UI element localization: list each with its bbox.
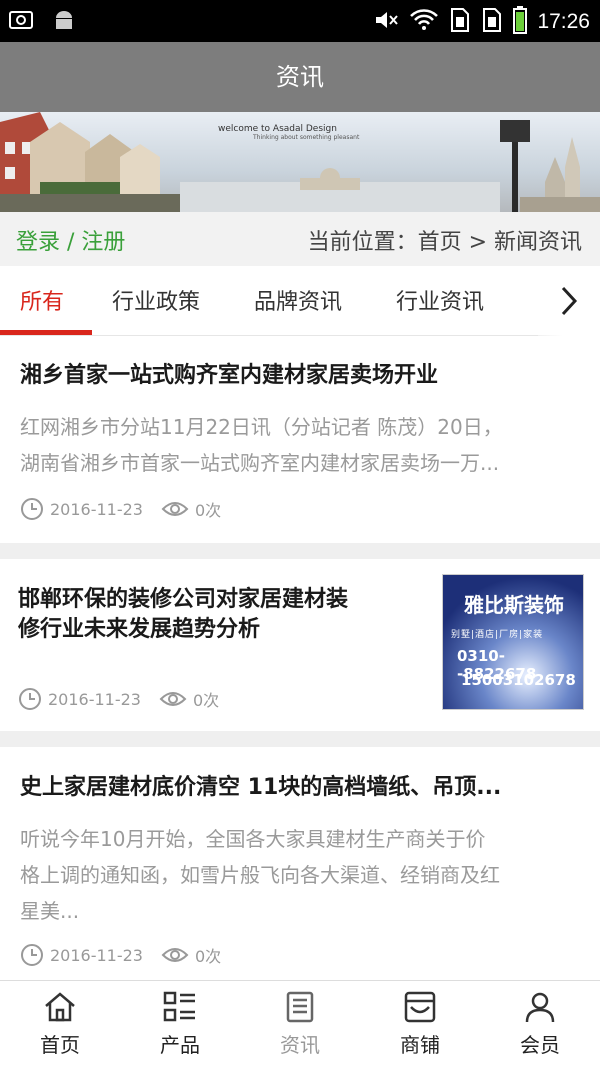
nav-label: 首页 [40, 1033, 80, 1057]
nav-member[interactable]: 会员 [480, 981, 600, 1067]
thumbnail-mobile: 15003102678 [461, 671, 576, 689]
thumbnail-categories: 别墅|酒店|厂房|家装 [451, 630, 544, 640]
login-register-link[interactable]: 登录 / 注册 [16, 224, 125, 256]
clock: 17:26 [537, 10, 590, 33]
clock-icon [19, 688, 41, 710]
article-meta: 2016-11-23 0次 [20, 943, 221, 967]
article-title[interactable]: 湘乡首家一站式购齐室内建材家居卖场开业 [20, 361, 438, 391]
article-date: 2016-11-23 [50, 499, 143, 519]
nav-label: 资讯 [280, 1033, 320, 1057]
news-icon [286, 991, 314, 1023]
article-meta: 2016-11-23 0次 [18, 687, 219, 711]
nav-home[interactable]: 首页 [0, 981, 120, 1067]
store-icon [404, 991, 436, 1023]
article-item[interactable]: 史上家居建材底价清空 11块的高档墙纸、吊顶... 听说今年10月开始，全国各大… [0, 747, 600, 980]
article-date: 2016-11-23 [48, 689, 141, 709]
nav-store[interactable]: 商铺 [360, 981, 480, 1067]
nav-products[interactable]: 产品 [120, 981, 240, 1067]
article-views: 0次 [194, 947, 222, 966]
article-date: 2016-11-23 [50, 945, 143, 965]
banner-image: welcome to Asadal Design Thinking about … [0, 112, 600, 212]
wifi-icon [409, 8, 439, 36]
nav-label: 商铺 [400, 1033, 440, 1057]
eye-icon [159, 692, 187, 706]
nav-label: 产品 [160, 1033, 200, 1057]
article-summary-line: 红网湘乡市分站11月22日讯（分站记者 陈茂）20日， [20, 415, 503, 439]
banner-welcome: welcome to Asadal Design [218, 124, 337, 134]
article-summary-line: 格上调的通知函，如雪片般飞向各大渠道、经销商及红 [20, 863, 500, 887]
page-title: 资讯 [0, 42, 600, 112]
screenshot-icon [8, 8, 34, 36]
clock-icon [21, 498, 43, 520]
banner-tagline: Thinking about something pleasant [253, 134, 360, 141]
breadcrumb: 当前位置：首页 > 新闻资讯 [307, 230, 582, 255]
chevron-right-icon [561, 286, 578, 316]
tab-brand-news[interactable]: 品牌资讯 [254, 284, 342, 316]
article-summary-line: 湖南省湘乡市首家一站式购齐室内建材家居卖场一万... [20, 451, 500, 475]
battery-icon [513, 6, 528, 38]
article-summary-line: 星美... [20, 899, 80, 923]
sim2-icon [481, 7, 503, 37]
home-icon [45, 992, 75, 1022]
category-tabs: 所有 行业政策 品牌资讯 行业资讯 [0, 266, 600, 336]
article-title[interactable]: 修行业未来发展趋势分析 [18, 615, 260, 645]
thumbnail-brand: 雅比斯装饰 [464, 593, 564, 617]
sim1-icon [449, 7, 471, 37]
mute-icon [373, 8, 399, 36]
article-views: 0次 [192, 691, 220, 710]
android-icon [52, 8, 76, 36]
breadcrumb-bar: 登录 / 注册 当前位置：首页 > 新闻资讯 [0, 212, 600, 266]
user-icon [525, 992, 555, 1023]
divider [0, 731, 600, 747]
eye-icon [161, 502, 189, 516]
article-summary-line: 听说今年10月开始，全国各大家具建材生产商关于价 [20, 827, 486, 851]
bottom-nav: 首页 产品 资讯 商铺 会员 [0, 980, 600, 1067]
clock-icon [21, 944, 43, 966]
nav-news[interactable]: 资讯 [240, 981, 360, 1067]
article-title[interactable]: 史上家居建材底价清空 11块的高档墙纸、吊顶... [20, 773, 501, 803]
article-title[interactable]: 邯郸环保的装修公司对家居建材装 [18, 585, 348, 615]
tabs-scroll-right-button[interactable] [538, 266, 600, 336]
nav-label: 会员 [520, 1033, 560, 1057]
eye-icon [161, 948, 189, 962]
article-item[interactable]: 湘乡首家一站式购齐室内建材家居卖场开业 红网湘乡市分站11月22日讯（分站记者 … [0, 337, 600, 543]
article-views: 0次 [194, 501, 222, 520]
status-bar: 17:26 [0, 0, 600, 42]
article-thumbnail[interactable]: 雅比斯装饰 别墅|酒店|厂房|家装 0310--8822678 15003102… [442, 574, 584, 710]
tab-industry-policy[interactable]: 行业政策 [112, 284, 200, 316]
tab-all[interactable]: 所有 [20, 284, 64, 316]
article-meta: 2016-11-23 0次 [20, 497, 221, 521]
divider [0, 543, 600, 559]
tab-industry-news[interactable]: 行业资讯 [396, 284, 484, 316]
list-icon [163, 991, 195, 1022]
active-tab-indicator [0, 330, 92, 335]
